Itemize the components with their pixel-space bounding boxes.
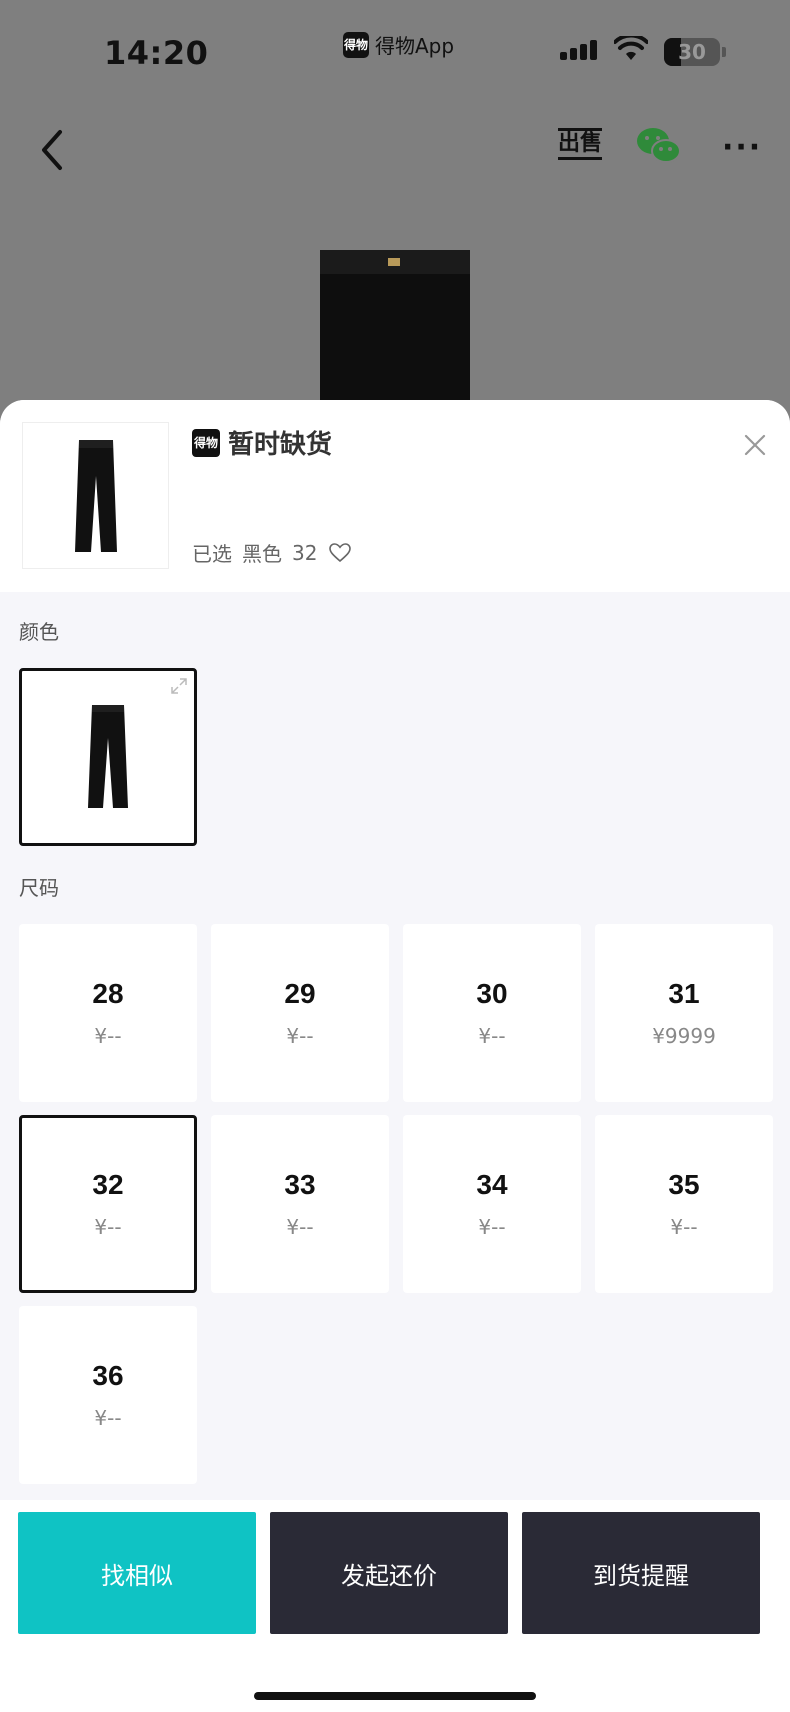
dewu-logo-icon: 得物 — [192, 428, 220, 457]
size-option[interactable]: 34 ¥-- — [403, 1115, 581, 1293]
restock-alert-button[interactable]: 到货提醒 — [522, 1512, 760, 1634]
size-value: 31 — [668, 978, 700, 1009]
more-horizontal-icon[interactable]: ··· — [722, 130, 762, 165]
stock-status-row: 得物 暂时缺货 — [192, 424, 332, 461]
wechat-icon[interactable] — [636, 126, 682, 166]
selected-size: 32 — [292, 540, 318, 565]
product-thumbnail — [22, 422, 169, 569]
battery-level: 30 — [678, 40, 706, 64]
size-option[interactable]: 31 ¥9999 — [595, 924, 773, 1102]
size-value: 34 — [476, 1169, 508, 1200]
size-price: ¥-- — [478, 1215, 506, 1239]
size-price: ¥-- — [94, 1406, 122, 1430]
size-option[interactable]: 33 ¥-- — [211, 1115, 389, 1293]
color-option-black[interactable] — [19, 668, 197, 846]
size-value: 33 — [284, 1169, 316, 1200]
size-option[interactable]: 28 ¥-- — [19, 924, 197, 1102]
find-similar-button[interactable]: 找相似 — [18, 1512, 256, 1634]
app-logo-icon: 得物 — [343, 31, 369, 58]
status-bar: 14:20 得物 得物App 30 — [0, 0, 790, 100]
size-option[interactable]: 30 ¥-- — [403, 924, 581, 1102]
size-price: ¥-- — [478, 1024, 506, 1048]
size-option[interactable]: 36 ¥-- — [19, 1306, 197, 1484]
size-value: 36 — [92, 1360, 124, 1391]
jeans-image — [74, 439, 117, 552]
size-section-label: 尺码 — [19, 876, 59, 900]
sell-button[interactable]: 出售 — [558, 128, 603, 160]
size-price: ¥-- — [94, 1215, 122, 1239]
cellular-signal-icon — [560, 40, 597, 60]
selected-summary: 已选 黑色 32 — [192, 538, 352, 567]
size-value: 28 — [92, 978, 124, 1009]
battery-cap — [722, 47, 726, 57]
size-price: ¥9999 — [652, 1024, 716, 1048]
color-jeans-image — [88, 705, 128, 808]
background-page: 14:20 得物 得物App 30 出售 ··· — [0, 0, 790, 440]
size-option[interactable]: 29 ¥-- — [211, 924, 389, 1102]
expand-icon[interactable] — [170, 677, 188, 695]
size-price: ¥-- — [670, 1215, 698, 1239]
close-icon[interactable] — [744, 434, 766, 456]
color-section-label: 颜色 — [19, 620, 59, 644]
home-indicator — [254, 1692, 536, 1700]
stock-status: 暂时缺货 — [228, 430, 333, 460]
app-indicator: 得物 得物App — [343, 30, 454, 59]
action-bar: 找相似 发起还价 到货提醒 — [0, 1500, 790, 1712]
size-price: ¥-- — [286, 1024, 314, 1048]
sheet-header: 得物 暂时缺货 已选 黑色 32 — [0, 400, 790, 592]
back-icon[interactable] — [38, 128, 66, 172]
selected-color: 黑色 — [242, 542, 282, 566]
sku-selection-sheet: 得物 暂时缺货 已选 黑色 32 颜色 尺码 28 ¥-- 29 ¥-- 30 … — [0, 400, 790, 1712]
selected-prefix: 已选 — [192, 542, 232, 566]
size-option[interactable]: 35 ¥-- — [595, 1115, 773, 1293]
app-name: 得物App — [375, 34, 455, 58]
size-value: 35 — [668, 1169, 700, 1200]
make-offer-button[interactable]: 发起还价 — [270, 1512, 508, 1634]
size-value: 32 — [92, 1169, 124, 1200]
size-value: 30 — [476, 978, 508, 1009]
size-value: 29 — [284, 978, 316, 1009]
size-price: ¥-- — [94, 1024, 122, 1048]
status-time: 14:20 — [104, 34, 209, 72]
size-option-selected[interactable]: 32 ¥-- — [19, 1115, 197, 1293]
heart-icon[interactable] — [329, 542, 352, 563]
wifi-icon — [614, 36, 648, 60]
battery-icon: 30 — [664, 38, 720, 66]
top-nav: 出售 ··· — [0, 110, 790, 190]
size-price: ¥-- — [286, 1215, 314, 1239]
